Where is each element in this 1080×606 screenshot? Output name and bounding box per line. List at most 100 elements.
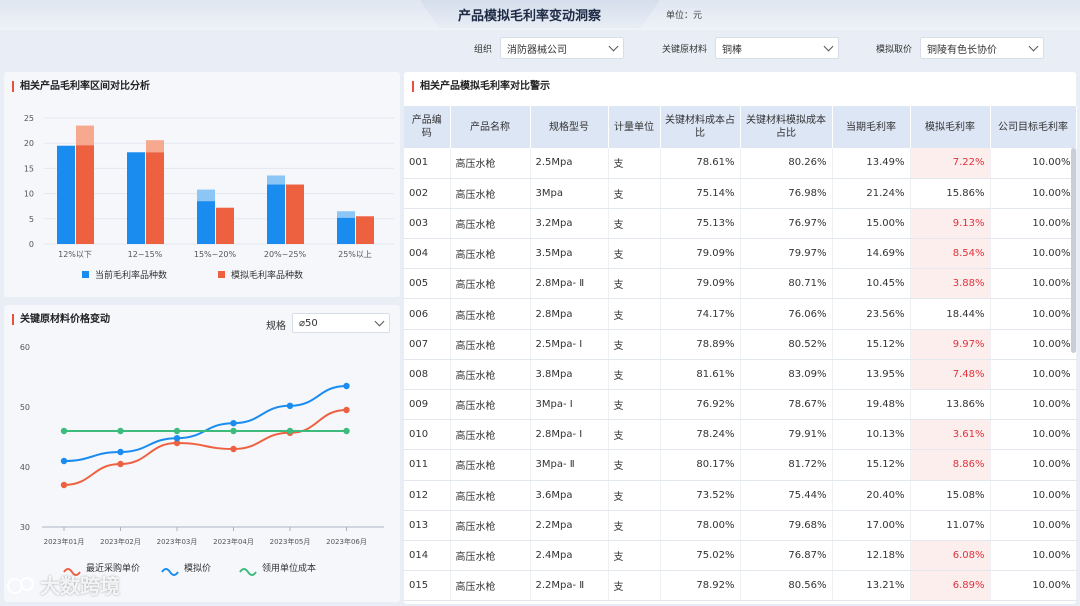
price-select-value: 铜陵有色长协价 [927,44,998,56]
table-row[interactable]: 006 高压水枪 2.8Mpa 支 74.17% 76.06% 23.56% 18.44% 10… [404,298,1077,330]
table-cell: 13.49% [832,148,911,179]
table-row[interactable]: 004 高压水枪 3.5Mpa 支 79.09% 79.97% 14.69% 8.54% 10.… [404,238,1077,270]
table-cell: 23.56% [832,298,911,330]
table-cell: 81.72% [740,449,833,481]
table-cell: 3Mpa- Ⅱ [530,449,609,481]
table-cell: 3.61% [910,419,991,451]
table-row[interactable]: 009 高压水枪 3Mpa- Ⅰ 支 76.92% 78.67% 19.48% 13.86% 1… [404,389,1077,421]
data-point [60,427,68,435]
table-row[interactable]: 005 高压水枪 2.8Mpa- Ⅱ 支 79.09% 80.71% 10.45% 3.88%… [404,268,1077,300]
table-row[interactable]: 007 高压水枪 2.5Mpa- Ⅰ 支 78.89% 80.52% 15.12% 9.97%… [404,329,1077,360]
table-row[interactable]: 015 高压水枪 2.2Mpa- Ⅱ 支 78.92% 80.56% 13.21% 6.89%… [404,570,1077,602]
table-cell: 高压水枪 [450,510,531,541]
legend-swatch [218,271,225,278]
x-tick-label: 2023年04月 [213,537,254,546]
table-cell: 高压水枪 [450,329,531,360]
table-cell: 76.06% [740,298,833,330]
table-cell: 79.91% [740,419,833,451]
bar [76,145,94,244]
table-cell: 004 [404,238,451,270]
table-cell: 支 [608,389,661,421]
table-cell: 9.13% [910,208,991,240]
watermark-logo-icon [7,576,34,594]
bar-overlay [76,125,94,146]
data-point [117,448,124,456]
column-header[interactable]: 产品名称 [450,106,531,148]
column-header[interactable]: 关键材料模拟成本占比 [740,106,833,148]
series-line [63,385,347,462]
table-cell: 80.17% [660,449,741,481]
table-cell: 6.89% [910,570,991,602]
column-header[interactable]: 模拟毛利率 [910,106,991,148]
table-row[interactable]: 012 高压水枪 3.6Mpa 支 73.52% 75.44% 20.40% 15.08% 10… [404,480,1077,511]
table-cell: 3.5Mpa [530,238,609,270]
table-cell: 10.00% [990,449,1077,481]
table-cell: 75.02% [660,540,741,572]
table-cell: 支 [608,510,661,541]
table-cell: 10.00% [990,419,1077,451]
table-panel: 相关产品模拟毛利率对比警示 产品编码 产品名称 规格型号 计量单位 关键材料成本占比 关键… [404,72,1077,604]
y-tick-label: 5 [29,215,34,224]
bar-overlay [337,211,355,218]
table-row[interactable]: 001 高压水枪 2.5Mpa 支 78.61% 80.26% 13.49% 7.22% 10.… [404,148,1077,179]
table-cell: 80.52% [740,329,833,360]
chevron-down-icon [1028,41,1039,51]
table-cell: 高压水枪 [450,238,531,270]
filter-material-label: 关键原材料 [662,44,708,55]
legend-label: 领用单位成本 [262,562,316,574]
table-row[interactable]: 011 高压水枪 3Mpa- Ⅱ 支 80.17% 81.72% 15.12% 8.86% 10… [404,449,1077,481]
table-cell: 高压水枪 [450,178,531,209]
table-panel-title: 相关产品模拟毛利率对比警示 [412,81,550,92]
table-cell: 15.86% [910,178,991,209]
table-cell: 78.00% [660,510,741,541]
data-point [286,427,294,435]
table-scrollbar[interactable] [1071,148,1076,353]
table-row[interactable]: 014 高压水枪 2.4Mpa 支 75.02% 76.87% 12.18% 6.08% 10.… [404,540,1077,572]
org-select[interactable]: 消防器械公司 [500,37,625,59]
table-cell: 2.5Mpa [530,148,609,179]
table-cell: 002 [404,178,451,209]
x-tick-label: 15%~20% [194,250,237,259]
x-tick-label: 12%以下 [58,250,92,259]
column-header[interactable]: 规格型号 [530,106,609,148]
table-row[interactable]: 010 高压水枪 2.8Mpa- Ⅰ 支 78.24% 79.91% 10.13% 3.61%… [404,419,1077,451]
table-cell: 10.00% [990,208,1077,240]
table-cell: 10.00% [990,148,1077,179]
column-header[interactable]: 当期毛利率 [832,106,911,148]
data-point [343,406,350,414]
material-select[interactable]: 铜棒 [715,37,840,59]
table-cell: 2.5Mpa- Ⅰ [530,329,609,360]
data-point [343,427,350,435]
table-cell: 高压水枪 [450,208,531,240]
table-cell: 支 [608,208,661,240]
price-select[interactable]: 铜陵有色长协价 [920,37,1045,59]
table-cell: 015 [404,570,451,602]
table-cell: 81.61% [660,359,741,391]
table-row[interactable]: 008 高压水枪 3.8Mpa 支 81.61% 83.09% 13.95% 7.48% 10.… [404,359,1077,391]
column-header[interactable]: 计量单位 [608,106,661,148]
line-chart: 30 40 50 60 2023年01月 2023年02月 2023年03月 2023年04月… [20,343,384,576]
table-cell: 高压水枪 [450,359,531,391]
table-cell: 支 [608,268,661,300]
table-cell: 2.2Mpa- Ⅱ [530,570,609,602]
column-header[interactable]: 产品编码 [404,106,451,148]
x-tick-label: 2023年01月 [44,537,85,546]
table-cell: 支 [608,238,661,270]
column-header[interactable]: 关键材料成本占比 [660,106,741,148]
table-cell: 2.8Mpa- Ⅰ [530,419,609,451]
x-tick-label: 2023年05月 [270,537,311,546]
product-table: 产品编码 产品名称 规格型号 计量单位 关键材料成本占比 关键材料模拟成本占比 当期毛利率模… [404,106,1077,602]
table-cell: 15.08% [910,480,991,511]
table-row[interactable]: 003 高压水枪 3.2Mpa 支 75.13% 76.97% 15.00% 9.13% 10.… [404,208,1077,240]
table-row[interactable]: 013 高压水枪 2.2Mpa 支 78.00% 79.68% 17.00% 11.07% 10… [404,510,1077,541]
filter-price: 模拟取价 铜陵有色长协价 [876,37,1045,59]
bar [57,145,75,244]
chevron-down-icon [608,41,619,51]
table-cell: 013 [404,510,451,541]
table-cell: 007 [404,329,451,360]
table-cell: 10.00% [990,268,1077,300]
table-cell: 15.00% [832,208,911,240]
table-row[interactable]: 002 高压水枪 3Mpa 支 75.14% 76.98% 21.24% 15.86% 10.0… [404,178,1077,209]
column-header[interactable]: 公司目标毛利率 [990,106,1077,148]
y-tick-label: 25 [24,114,34,123]
